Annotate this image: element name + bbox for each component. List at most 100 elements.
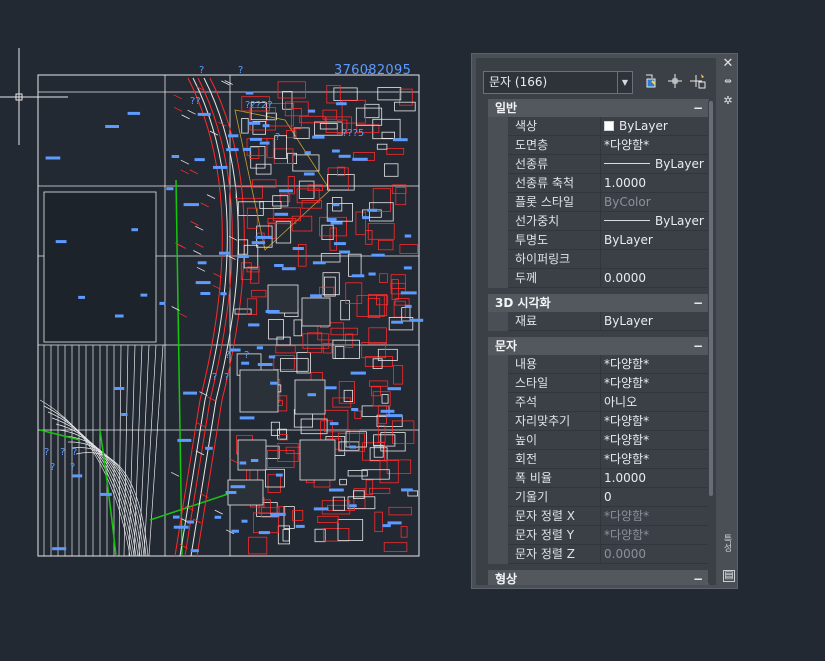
map-line <box>190 221 199 226</box>
property-row[interactable]: 색상 ByLayer <box>488 117 709 136</box>
property-row[interactable]: 하이퍼링크 <box>488 250 709 269</box>
property-value[interactable]: ByLayer <box>604 117 709 135</box>
chevron-down-icon[interactable]: ▼ <box>617 72 632 93</box>
building-outline <box>327 174 355 191</box>
text-label-mark <box>250 459 259 462</box>
building-outline <box>383 542 408 552</box>
property-row[interactable]: 폭 비율 1.0000 <box>488 469 709 488</box>
toggle-pickadd-icon[interactable] <box>642 73 660 91</box>
track-line <box>148 344 164 557</box>
building-outline <box>250 146 266 169</box>
property-value[interactable]: *다양함* <box>604 431 709 449</box>
text-label-mark <box>231 529 239 533</box>
property-row[interactable]: 투명도 ByLayer <box>488 231 709 250</box>
map-line <box>178 312 188 318</box>
collapse-icon[interactable]: − <box>693 337 703 355</box>
property-value[interactable]: ByLayer <box>604 212 709 230</box>
property-row[interactable]: 선종류 ByLayer <box>488 155 709 174</box>
property-value[interactable]: *다양함* <box>604 355 709 373</box>
select-objects-icon[interactable] <box>666 73 684 91</box>
property-value[interactable]: ByLayer <box>604 231 709 249</box>
property-value-text: *다양함* <box>604 357 650 371</box>
text-label-mark <box>213 165 228 169</box>
property-row[interactable]: 회전 *다양함* <box>488 450 709 469</box>
property-value[interactable]: 0.0000 <box>604 269 709 287</box>
property-value[interactable]: ByLayer <box>604 155 709 173</box>
section-header[interactable]: 형상 − <box>488 570 709 585</box>
property-row[interactable]: 주석 아니오 <box>488 393 709 412</box>
building-outline <box>352 490 365 499</box>
property-value[interactable]: ByLayer <box>604 312 709 330</box>
quick-select-icon[interactable] <box>689 73 707 91</box>
building-outline <box>332 339 360 359</box>
text-label-mark <box>183 203 199 207</box>
property-value-text: 1.0000 <box>604 176 646 190</box>
autohide-icon[interactable]: ⇹ <box>721 75 735 89</box>
property-value[interactable]: *다양함* <box>604 136 709 154</box>
building-outline <box>273 355 295 370</box>
palette-properties-icon[interactable]: ▤ <box>723 570 735 582</box>
property-row[interactable]: 선가중치 ByLayer <box>488 212 709 231</box>
property-row[interactable]: 내용 *다양함* <box>488 355 709 374</box>
property-value-text: *다양함* <box>604 414 650 428</box>
collapse-icon[interactable]: − <box>693 99 703 117</box>
text-label-mark <box>409 318 424 322</box>
row-gutter <box>488 250 508 269</box>
text-label-mark <box>339 250 351 254</box>
building-outline <box>391 279 399 301</box>
column-divider <box>600 488 601 507</box>
object-type-selector[interactable]: 문자 (166) ▼ <box>483 71 633 94</box>
row-gutter <box>488 374 508 393</box>
drawing-viewport[interactable]: ???? ???2??? ???5????????? 376082095 <box>0 0 470 661</box>
text-label-mark <box>258 531 270 535</box>
property-row[interactable]: 기울기 0 <box>488 488 709 507</box>
column-divider <box>600 193 601 212</box>
close-icon[interactable]: ✕ <box>721 57 735 71</box>
building-outline <box>268 319 285 340</box>
text-label-mark <box>336 102 347 106</box>
property-value[interactable]: 1.0000 <box>604 174 709 192</box>
text-label-mark <box>229 348 241 352</box>
section-header[interactable]: 3D 시각화 − <box>488 294 709 312</box>
building-outline <box>399 244 418 254</box>
property-row[interactable]: 선종류 축척 1.0000 <box>488 174 709 193</box>
property-value[interactable]: *다양함* <box>604 374 709 392</box>
text-label-mark <box>241 361 250 365</box>
property-value[interactable]: 0 <box>604 488 709 506</box>
green-line <box>39 429 81 441</box>
scrollbar-thumb[interactable] <box>709 101 713 496</box>
collapse-icon[interactable]: − <box>693 570 703 585</box>
property-row[interactable]: 문자 정렬 Y *다양함* <box>488 526 709 545</box>
property-row[interactable]: 문자 정렬 Z 0.0000 <box>488 545 709 564</box>
palette-scrollbar[interactable] <box>708 101 714 583</box>
property-value[interactable]: *다양함* <box>604 450 709 468</box>
property-value[interactable]: 아니오 <box>604 393 709 411</box>
property-value[interactable]: 1.0000 <box>604 469 709 487</box>
text-label-mark <box>270 381 278 385</box>
map-line <box>221 80 230 86</box>
property-row[interactable]: 스타일 *다양함* <box>488 374 709 393</box>
text-label-mark <box>159 301 166 305</box>
property-value-text: 0.0000 <box>604 271 646 285</box>
gear-icon[interactable]: ✲ <box>721 94 735 108</box>
section-header[interactable]: 일반 − <box>488 99 709 117</box>
property-value[interactable] <box>604 250 709 268</box>
text-label-mark <box>393 138 408 142</box>
property-row[interactable]: 도면층 *다양함* <box>488 136 709 155</box>
property-row[interactable]: 자리맞추기 *다양함* <box>488 412 709 431</box>
building-outline <box>320 253 341 263</box>
section-header[interactable]: 문자 − <box>488 337 709 355</box>
track-line <box>123 344 129 557</box>
property-row[interactable]: 두께 0.0000 <box>488 269 709 288</box>
unknown-glyph-label: ???5 <box>342 128 364 139</box>
collapse-icon[interactable]: − <box>693 294 703 312</box>
text-label-mark <box>187 520 194 524</box>
building-outline <box>388 506 412 516</box>
text-label-mark <box>177 438 192 442</box>
property-row[interactable]: 문자 정렬 X *다양함* <box>488 507 709 526</box>
property-value[interactable]: *다양함* <box>604 412 709 430</box>
text-label-mark <box>237 255 249 258</box>
property-row[interactable]: 재료 ByLayer <box>488 312 709 331</box>
property-row[interactable]: 높이 *다양함* <box>488 431 709 450</box>
property-row[interactable]: 플롯 스타일 ByColor <box>488 193 709 212</box>
